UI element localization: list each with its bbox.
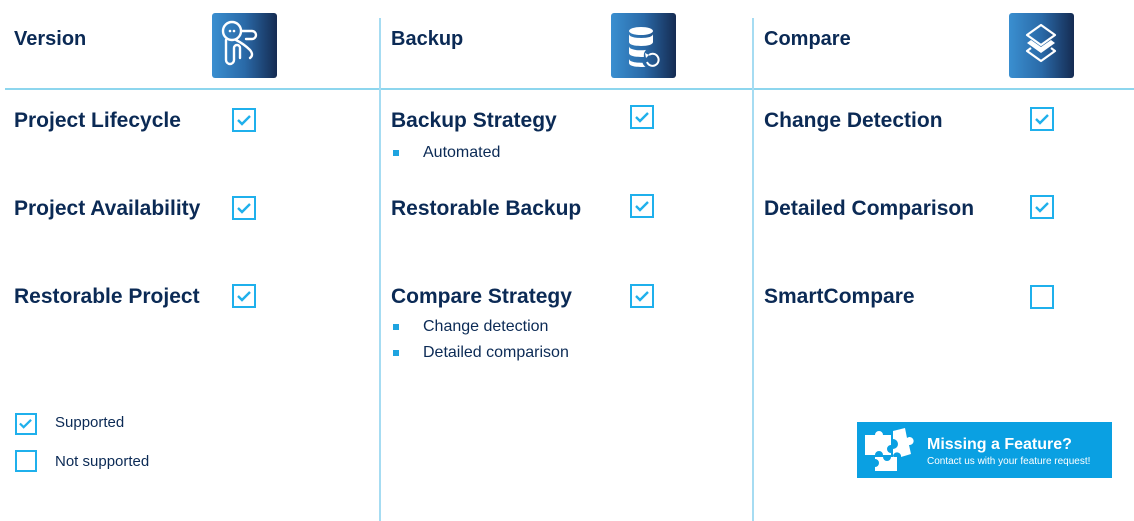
database-restore-icon (611, 13, 676, 78)
column-title: Backup (391, 28, 464, 50)
checked-checkbox-icon (630, 105, 654, 129)
feature-label: Compare Strategy (391, 285, 572, 308)
feature-label: Project Lifecycle (14, 109, 181, 132)
checked-checkbox-icon (630, 194, 654, 218)
octopus-mascot-icon (212, 13, 277, 78)
feature-label: Restorable Backup (391, 197, 582, 220)
legend-label: Supported (55, 414, 125, 431)
unchecked-checkbox-icon (1030, 285, 1054, 309)
checked-checkbox-icon (1030, 107, 1054, 131)
bullet-item: Change detection (391, 314, 569, 340)
feature-label: Change Detection (764, 109, 943, 132)
bullet-item: Detailed comparison (391, 340, 569, 366)
feature-label: Restorable Project (14, 285, 200, 308)
feature-label: Backup Strategy (391, 109, 557, 132)
checked-checkbox-icon (232, 196, 256, 220)
checked-checkbox-icon (232, 108, 256, 132)
column-divider-1 (379, 18, 381, 521)
feature-bullets: Automated (391, 140, 500, 166)
checked-checkbox-icon (630, 284, 654, 308)
header-divider (5, 88, 1134, 90)
checked-checkbox-icon (232, 284, 256, 308)
banner-title: Missing a Feature? (927, 436, 1072, 453)
puzzle-icon (865, 428, 914, 471)
checked-checkbox-icon (1030, 195, 1054, 219)
legend-label: Not supported (55, 453, 150, 470)
checked-checkbox-icon (15, 413, 37, 435)
feature-label: Project Availability (14, 197, 201, 220)
column-title: Compare (764, 28, 851, 50)
banner-subtitle: Contact us with your feature request! (927, 456, 1091, 467)
bullet-item: Automated (391, 140, 500, 166)
feature-bullets: Change detection Detailed comparison (391, 314, 569, 366)
feature-label: SmartCompare (764, 285, 915, 308)
column-title: Version (14, 28, 87, 50)
feature-label: Detailed Comparison (764, 197, 975, 220)
unchecked-checkbox-icon (15, 450, 37, 472)
column-divider-2 (752, 18, 754, 521)
feature-request-banner[interactable]: Missing a Feature? Contact us with your … (857, 422, 1112, 478)
layers-icon (1009, 13, 1074, 78)
